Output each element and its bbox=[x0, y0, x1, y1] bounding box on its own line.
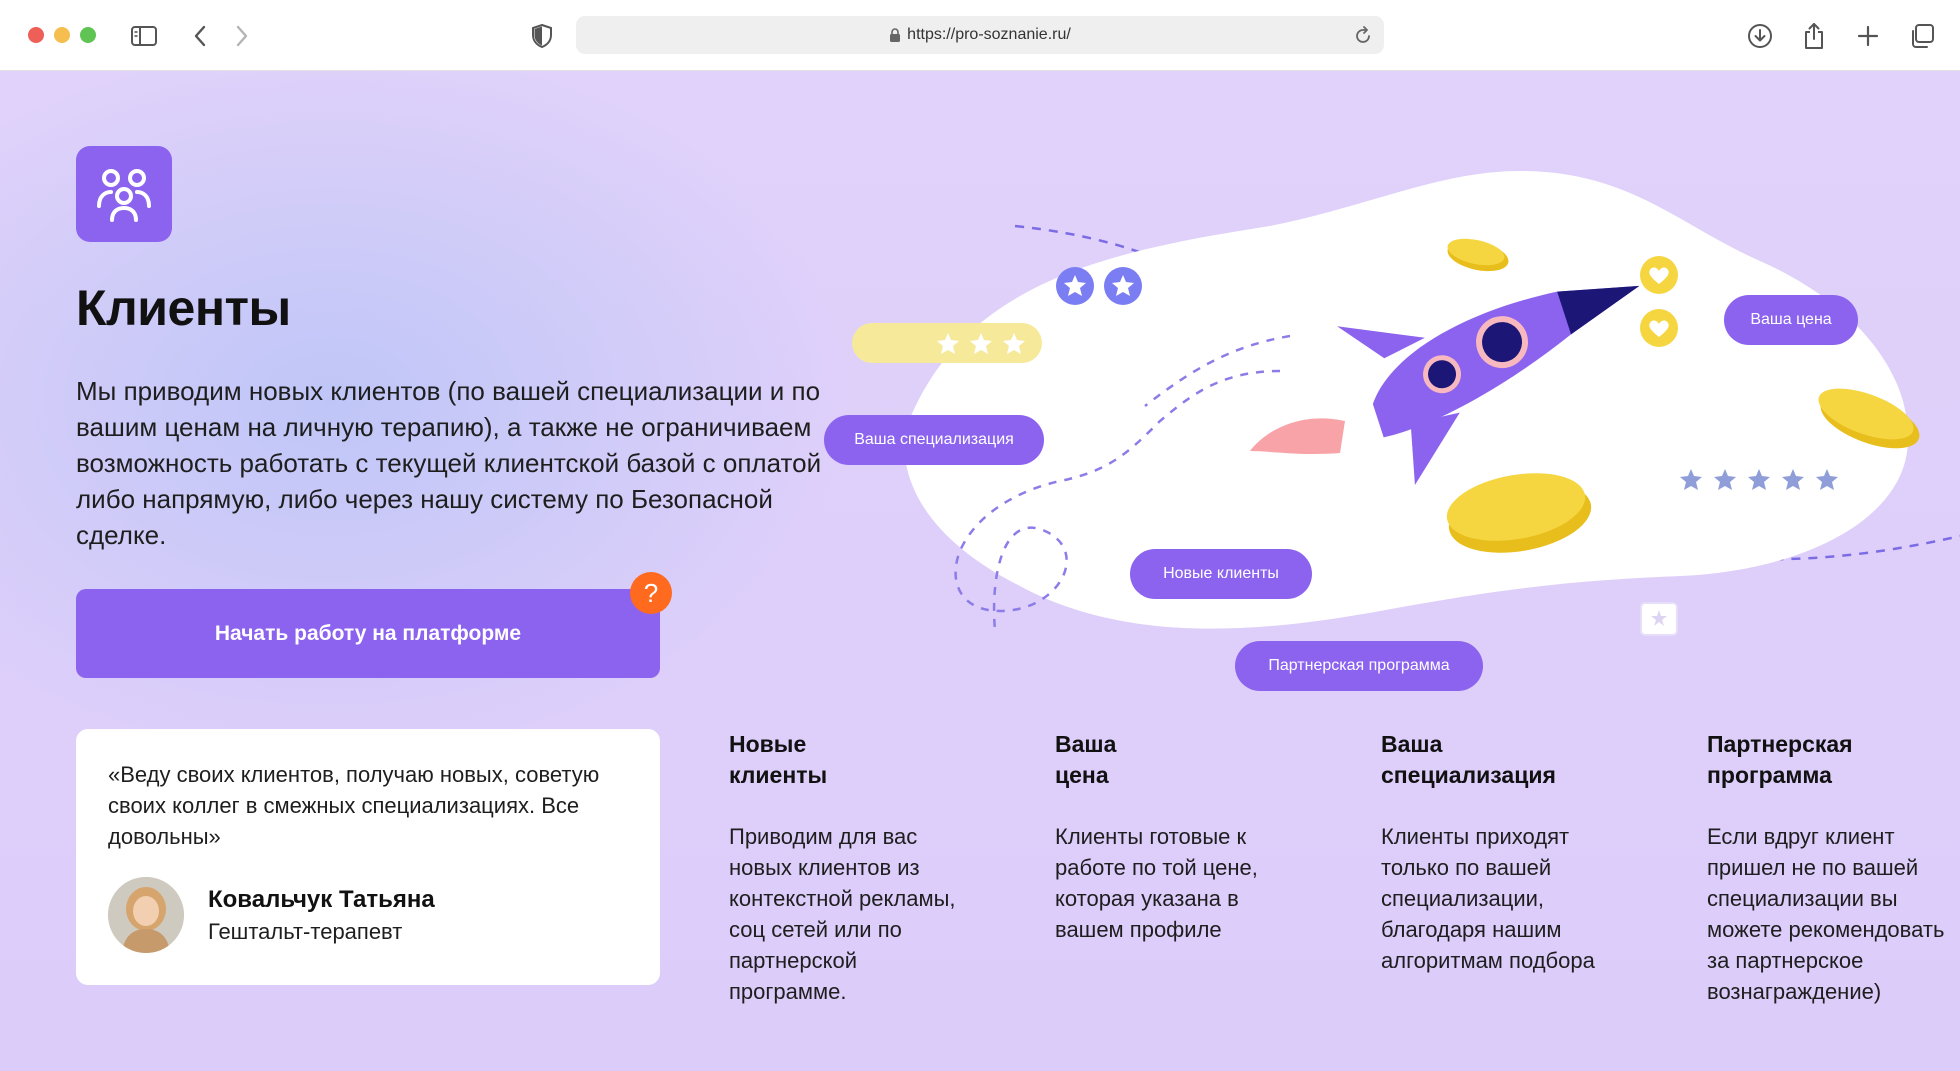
hero-description: Мы приводим новых клиентов (по вашей спе… bbox=[76, 376, 822, 550]
feature-partner-program: Партнерская программа Если вдруг клиент … bbox=[1707, 729, 1957, 1007]
feature-text: Если вдруг клиент пришел не по вашей спе… bbox=[1707, 824, 1945, 1004]
feature-title: Ваша цена bbox=[1055, 731, 1117, 788]
browser-toolbar: https://pro-soznanie.ru/ bbox=[0, 0, 1960, 71]
sidebar-toggle-icon[interactable] bbox=[126, 18, 162, 54]
back-arrow-icon[interactable] bbox=[182, 18, 218, 54]
help-button[interactable]: ? bbox=[630, 572, 672, 614]
clients-section-logo bbox=[76, 146, 172, 242]
testimonial-author-role: Гештальт-терапевт bbox=[208, 919, 403, 944]
new-tab-icon[interactable] bbox=[1850, 18, 1886, 54]
feature-text: Клиенты готовые к работе по той цене, ко… bbox=[1055, 824, 1258, 942]
tab-overview-icon[interactable] bbox=[1904, 18, 1940, 54]
feature-your-specialization: Ваша специализация Клиенты приходят толь… bbox=[1381, 729, 1631, 976]
privacy-shield-icon[interactable] bbox=[524, 18, 560, 54]
testimonial-quote: «Веду своих клиентов, получаю новых, сов… bbox=[108, 762, 600, 849]
start-work-button[interactable]: Начать работу на платформе bbox=[76, 589, 660, 678]
rocket-illustration: Ваша цена Ваша специализация Новые клиен… bbox=[800, 131, 1960, 691]
page-content: Клиенты Мы приводим новых клиентов (по в… bbox=[0, 71, 1960, 1071]
share-icon[interactable] bbox=[1796, 18, 1832, 54]
price-tag: Ваша цена bbox=[1724, 295, 1858, 345]
reload-icon[interactable] bbox=[1354, 25, 1372, 50]
lock-icon bbox=[889, 27, 901, 43]
feature-title: Партнерская программа bbox=[1707, 731, 1853, 788]
testimonial-author-name: Ковальчук Татьяна bbox=[208, 886, 435, 913]
minimize-window-button[interactable] bbox=[54, 27, 70, 43]
feature-new-clients: Новые клиенты Приводим для вас новых кли… bbox=[729, 729, 979, 1007]
testimonial-card: «Веду своих клиентов, получаю новых, сов… bbox=[76, 729, 660, 985]
avatar bbox=[108, 877, 184, 953]
specialization-tag: Ваша специализация bbox=[824, 415, 1044, 465]
feature-title: Новые клиенты bbox=[729, 731, 828, 788]
new-clients-tag: Новые клиенты bbox=[1130, 549, 1312, 599]
people-group-icon bbox=[97, 169, 151, 222]
url-text: https://pro-soznanie.ru/ bbox=[907, 26, 1071, 43]
maximize-window-button[interactable] bbox=[80, 27, 96, 43]
close-window-button[interactable] bbox=[28, 27, 44, 43]
feature-your-price: Ваша цена Клиенты готовые к работе по то… bbox=[1055, 729, 1305, 945]
forward-arrow-icon[interactable] bbox=[224, 18, 260, 54]
feature-title: Ваша специализация bbox=[1381, 731, 1556, 788]
downloads-icon[interactable] bbox=[1742, 18, 1778, 54]
feature-text: Приводим для вас новых клиентов из конте… bbox=[729, 824, 956, 1004]
address-bar[interactable]: https://pro-soznanie.ru/ bbox=[576, 16, 1384, 54]
page-title: Клиенты bbox=[76, 280, 291, 336]
partner-program-tag: Партнерская программа bbox=[1235, 641, 1483, 691]
feature-text: Клиенты приходят только по вашей специал… bbox=[1381, 824, 1595, 973]
